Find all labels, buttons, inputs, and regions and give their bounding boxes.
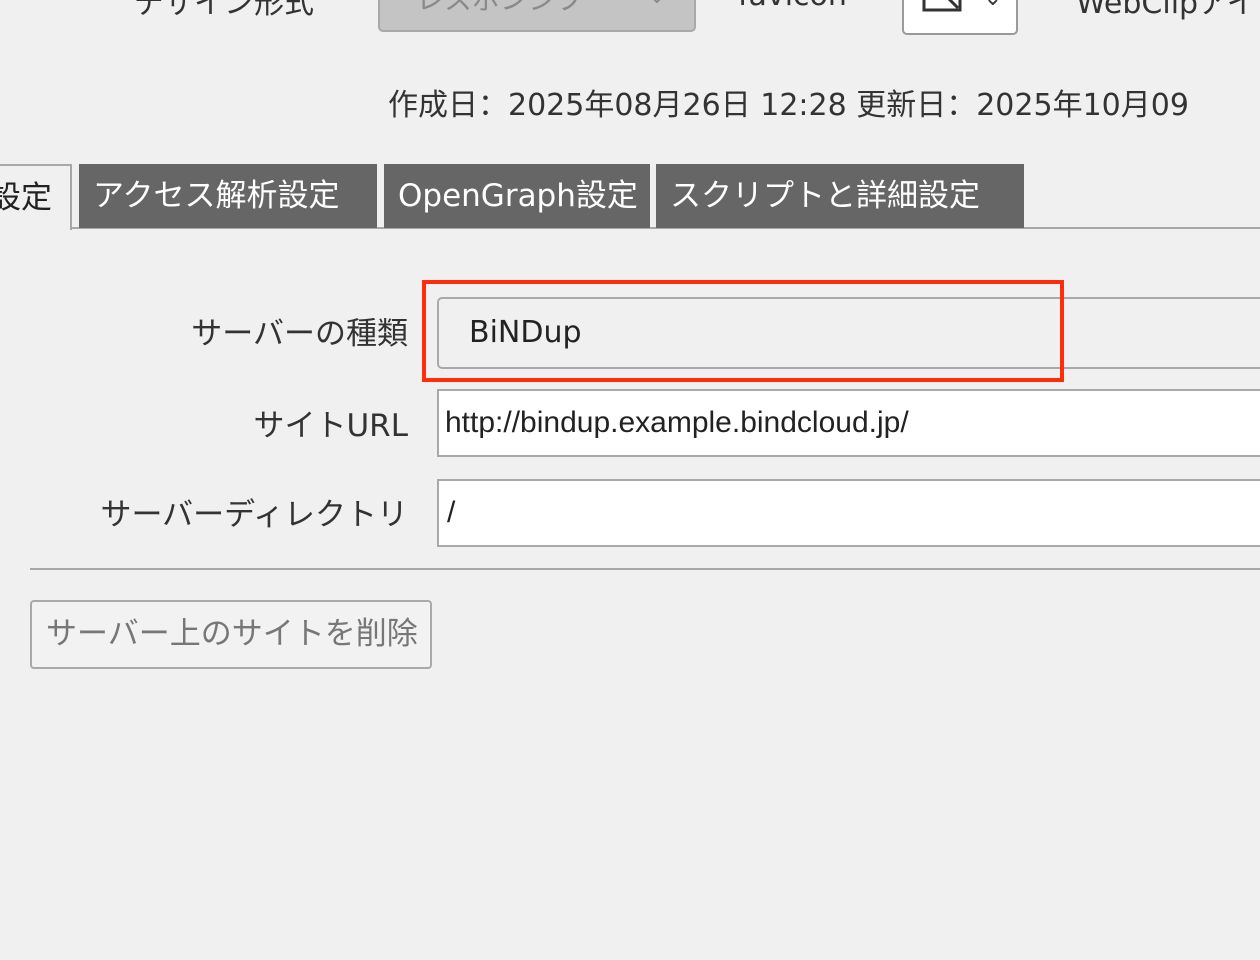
tab-access-analytics[interactable]: アクセス解析設定: [79, 164, 377, 228]
site-url-input[interactable]: http://bindup.example.bindcloud.jp/: [437, 389, 1260, 457]
webclip-label: WebClipアイ: [1076, 0, 1257, 21]
server-directory-input[interactable]: /: [437, 479, 1260, 547]
chevron-down-icon: ⌄: [648, 0, 666, 9]
tab-opengraph[interactable]: OpenGraph設定: [384, 164, 650, 228]
delete-site-on-server-button[interactable]: サーバー上のサイトを削除: [30, 600, 432, 669]
server-directory-label: サーバーディレクトリ: [100, 497, 408, 533]
server-type-label: サーバーの種類: [191, 316, 408, 352]
server-type-select[interactable]: BiNDup: [437, 297, 1260, 369]
design-format-label: デザイン形式: [134, 0, 314, 21]
chevron-down-icon: ⌄: [984, 0, 1002, 11]
design-format-select[interactable]: レスポンシブ ⌄: [378, 0, 696, 32]
tab-settings[interactable]: 設定: [0, 164, 72, 230]
site-url-label: サイトURL: [253, 408, 408, 444]
design-format-value: レスポンシブ: [416, 0, 584, 18]
created-updated-dates: 作成日：2025年08月26日 12:28 更新日：2025年10月09: [388, 88, 1189, 123]
tab-scripts-advanced[interactable]: スクリプトと詳細設定: [656, 164, 1024, 228]
section-divider: [30, 568, 1260, 570]
favicon-picker[interactable]: ⌄: [902, 0, 1018, 35]
image-placeholder-icon: [922, 0, 962, 12]
favicon-label: favicon: [738, 0, 847, 13]
